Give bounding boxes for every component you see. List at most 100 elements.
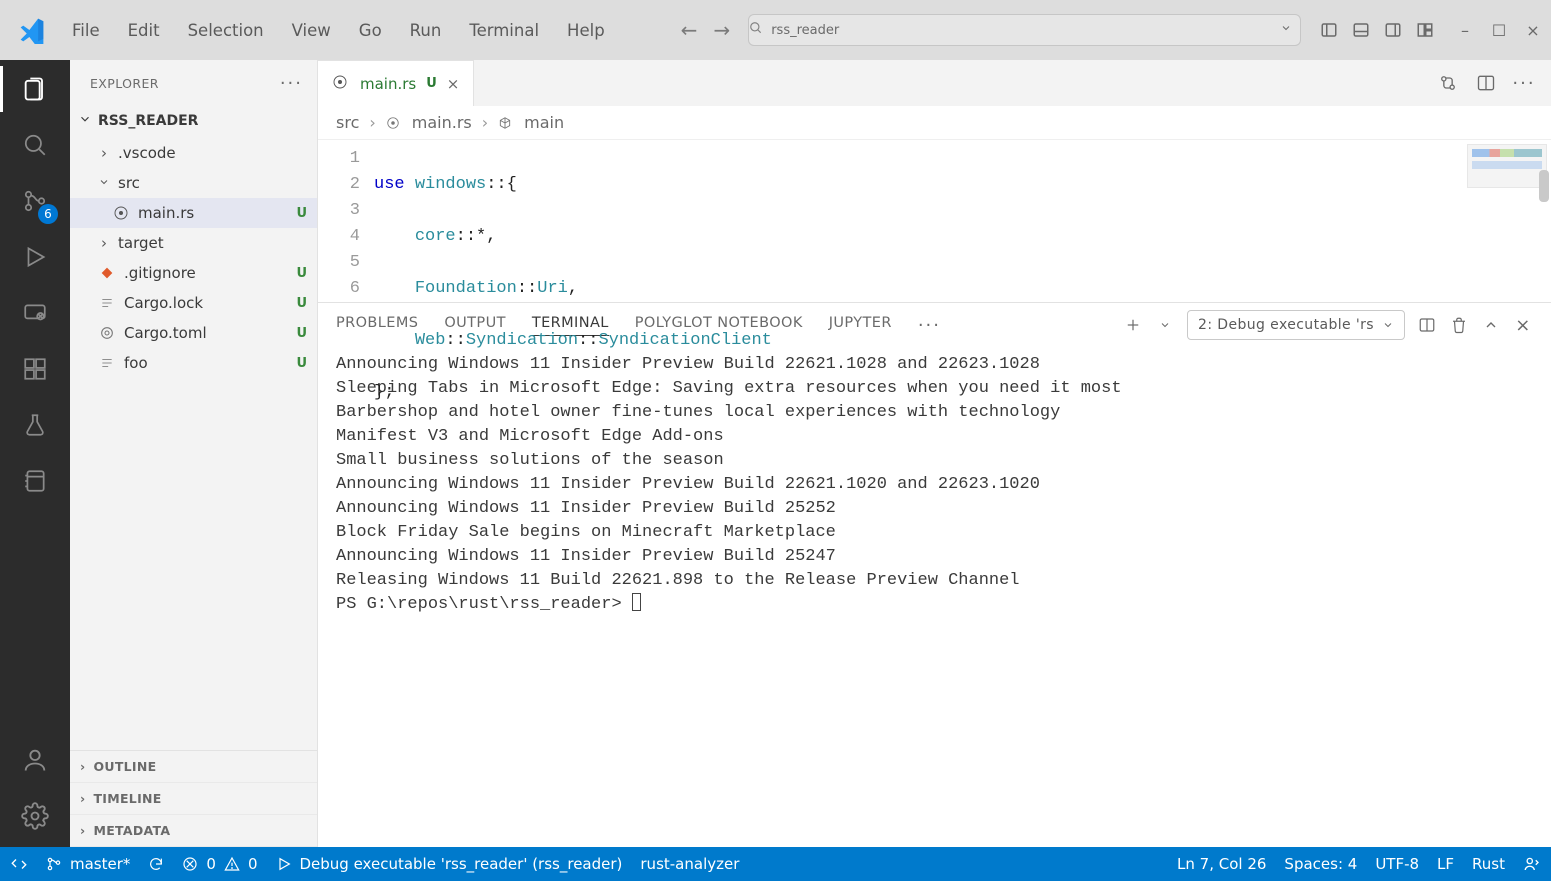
- split-terminal-icon[interactable]: [1417, 315, 1437, 335]
- gear-file-icon: [98, 325, 116, 341]
- cursor-position[interactable]: Ln 7, Col 26: [1177, 855, 1266, 873]
- code-content[interactable]: use windows::{ core::*, Foundation::Uri,…: [374, 140, 772, 302]
- tab-close-icon[interactable]: ×: [447, 75, 460, 93]
- section-timeline[interactable]: ›TIMELINE: [70, 783, 317, 815]
- window-close-icon[interactable]: ×: [1523, 21, 1543, 40]
- activity-account-icon[interactable]: [18, 743, 52, 777]
- breadcrumb-segment[interactable]: src: [336, 113, 359, 132]
- chevron-down-icon[interactable]: [1280, 22, 1300, 38]
- breadcrumb-segment[interactable]: main: [524, 113, 564, 132]
- split-editor-icon[interactable]: [1475, 72, 1497, 94]
- tree-file-main-rs[interactable]: main.rs U: [70, 198, 317, 228]
- language-mode[interactable]: Rust: [1472, 855, 1505, 873]
- close-panel-icon[interactable]: ×: [1513, 315, 1533, 335]
- activity-settings-icon[interactable]: [18, 799, 52, 833]
- command-center[interactable]: rss_reader: [748, 14, 1301, 46]
- rust-file-icon: [112, 205, 130, 221]
- activity-testing-icon[interactable]: [18, 408, 52, 442]
- file-tree: › .vscode src main.rs U › target .: [70, 136, 317, 384]
- git-status: U: [293, 206, 307, 221]
- customize-layout-icon[interactable]: [1415, 20, 1435, 40]
- chevron-down-icon: [78, 112, 92, 130]
- terminal-dropdown-icon[interactable]: [1155, 315, 1175, 335]
- activity-extensions-icon[interactable]: [18, 352, 52, 386]
- menu-run[interactable]: Run: [398, 13, 454, 48]
- encoding-status[interactable]: UTF-8: [1375, 855, 1419, 873]
- activity-scm-icon[interactable]: 6: [18, 184, 52, 218]
- editor-scrollbar[interactable]: [1535, 140, 1551, 302]
- tree-folder-target[interactable]: › target: [70, 228, 317, 258]
- git-status: U: [293, 326, 307, 341]
- menu-edit[interactable]: Edit: [116, 13, 172, 48]
- terminal-launch-select[interactable]: 2: Debug executable 'rs: [1187, 310, 1405, 340]
- tree-folder-src[interactable]: src: [70, 168, 317, 198]
- code-editor[interactable]: 123456 use windows::{ core::*, Foundatio…: [318, 140, 1551, 302]
- compare-changes-icon[interactable]: [1437, 72, 1459, 94]
- lsp-status[interactable]: rust-analyzer: [640, 855, 739, 873]
- toggle-secondary-sidebar-icon[interactable]: [1383, 20, 1403, 40]
- section-outline[interactable]: ›OUTLINE: [70, 751, 317, 783]
- tree-file-gitignore[interactable]: .gitignore U: [70, 258, 317, 288]
- symbol-module-icon: [498, 116, 514, 130]
- nav-back-icon[interactable]: ←: [681, 18, 698, 42]
- git-branch[interactable]: master*: [46, 855, 130, 873]
- toggle-primary-sidebar-icon[interactable]: [1319, 20, 1339, 40]
- scm-badge: 6: [38, 204, 58, 224]
- nav-forward-icon[interactable]: →: [713, 18, 730, 42]
- maximize-panel-icon[interactable]: [1481, 315, 1501, 335]
- menu-terminal[interactable]: Terminal: [457, 13, 551, 48]
- remote-indicator[interactable]: [10, 855, 28, 873]
- terminal-line: Releasing Windows 11 Build 22621.898 to …: [336, 569, 1533, 593]
- tree-file-cargo-lock[interactable]: Cargo.lock U: [70, 288, 317, 318]
- terminal-line: Block Friday Sale begins on Minecraft Ma…: [336, 521, 1533, 545]
- tree-file-foo[interactable]: foo U: [70, 348, 317, 378]
- activity-explorer-icon[interactable]: [18, 72, 52, 106]
- tab-main-rs[interactable]: main.rs U ×: [318, 60, 474, 106]
- line-gutter: 123456: [318, 140, 374, 302]
- breadcrumb-segment[interactable]: main.rs: [412, 113, 472, 132]
- problems-status[interactable]: 0 0: [182, 855, 257, 873]
- sidebar-more-icon[interactable]: ···: [280, 73, 303, 94]
- tree-file-cargo-toml[interactable]: Cargo.toml U: [70, 318, 317, 348]
- eol-status[interactable]: LF: [1437, 855, 1454, 873]
- tree-folder-vscode[interactable]: › .vscode: [70, 138, 317, 168]
- activity-bar: 6: [0, 60, 70, 847]
- workspace-root[interactable]: RSS_READER: [70, 106, 317, 136]
- editor-tabs: main.rs U × ···: [318, 60, 1551, 106]
- menu-go[interactable]: Go: [347, 13, 394, 48]
- chevron-right-icon: ›: [80, 791, 85, 806]
- window-minimize-icon[interactable]: –: [1455, 21, 1475, 40]
- menu-selection[interactable]: Selection: [176, 13, 276, 48]
- activity-remote-icon[interactable]: [18, 296, 52, 330]
- debug-target[interactable]: Debug executable 'rss_reader' (rss_reade…: [276, 855, 623, 873]
- window-controls: – ☐ ×: [1455, 21, 1543, 40]
- git-status: U: [293, 296, 307, 311]
- editor-more-icon[interactable]: ···: [1513, 72, 1535, 94]
- git-sync[interactable]: [148, 856, 164, 872]
- activity-notebook-icon[interactable]: [18, 464, 52, 498]
- panel-tab-jupyter[interactable]: JUPYTER: [829, 315, 892, 335]
- activity-run-debug-icon[interactable]: [18, 240, 52, 274]
- sidebar-title: EXPLORER: [90, 76, 159, 91]
- status-bar: master* 0 0 Debug executable 'rss_reader…: [0, 847, 1551, 881]
- breadcrumbs[interactable]: src › main.rs › main: [318, 106, 1551, 140]
- text-file-icon: [98, 296, 116, 310]
- search-icon: [749, 21, 763, 39]
- chevron-down-icon: [98, 174, 110, 192]
- terminal-prompt: PS G:\repos\rust\rss_reader>: [336, 595, 632, 614]
- menu-view[interactable]: View: [280, 13, 343, 48]
- git-status: U: [293, 266, 307, 281]
- activity-search-icon[interactable]: [18, 128, 52, 162]
- section-metadata[interactable]: ›METADATA: [70, 815, 317, 847]
- terminal-cursor: [632, 593, 641, 611]
- menu-file[interactable]: File: [60, 13, 112, 48]
- new-terminal-icon[interactable]: [1123, 315, 1143, 335]
- window-maximize-icon[interactable]: ☐: [1489, 21, 1509, 40]
- feedback-icon[interactable]: [1523, 855, 1541, 873]
- indent-status[interactable]: Spaces: 4: [1284, 855, 1357, 873]
- toggle-panel-icon[interactable]: [1351, 20, 1371, 40]
- panel-overflow-icon[interactable]: ···: [918, 315, 941, 336]
- explorer-sidebar: EXPLORER ··· RSS_READER › .vscode src ma…: [70, 60, 318, 847]
- kill-terminal-icon[interactable]: [1449, 315, 1469, 335]
- menu-help[interactable]: Help: [555, 13, 617, 48]
